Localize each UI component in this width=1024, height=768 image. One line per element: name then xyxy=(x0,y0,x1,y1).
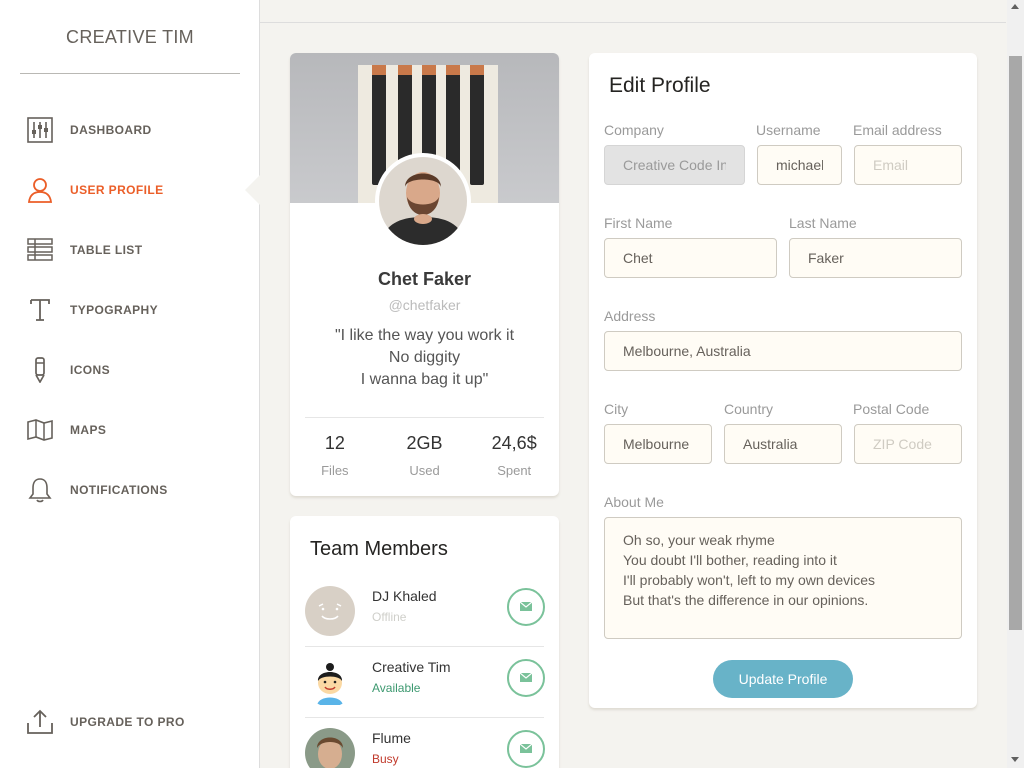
brand-logo[interactable]: CREATIVE TIM xyxy=(20,0,240,74)
sidebar-item-label: TYPOGRAPHY xyxy=(70,303,159,317)
profile-avatar xyxy=(375,153,471,249)
member-name: DJ Khaled xyxy=(372,588,437,604)
bell-icon xyxy=(26,476,54,504)
user-icon xyxy=(26,176,54,204)
about-line: But that's the difference in our opinion… xyxy=(623,592,869,608)
profile-card: Chet Faker @chetfaker "I like the way yo… xyxy=(290,53,559,496)
sliders-icon xyxy=(26,116,54,144)
username-label: Username xyxy=(756,122,821,138)
divider xyxy=(305,417,544,418)
pencil-icon xyxy=(26,356,54,384)
first-name-label: First Name xyxy=(604,215,673,231)
about-line: You doubt I'll bother, reading into it xyxy=(623,552,837,568)
city-label: City xyxy=(604,401,629,417)
scroll-down-arrow-icon[interactable] xyxy=(1011,757,1019,762)
quote-line: I wanna bag it up" xyxy=(360,371,489,388)
list-icon xyxy=(26,236,54,264)
text-icon xyxy=(26,296,54,324)
sidebar-item-label: ICONS xyxy=(70,363,111,377)
stat-files: 12 Files xyxy=(290,433,380,478)
envelope-icon xyxy=(519,598,533,616)
country-field[interactable] xyxy=(724,424,842,464)
send-message-button[interactable] xyxy=(507,588,545,626)
last-name-field[interactable] xyxy=(789,238,962,278)
stat-value: 12 xyxy=(324,433,345,453)
member-status: Busy xyxy=(372,752,399,766)
sidebar-item-typography[interactable]: TYPOGRAPHY xyxy=(0,280,260,340)
edit-profile-card: Edit Profile Company Username Email addr… xyxy=(589,53,977,708)
upgrade-to-pro-link[interactable]: UPGRADE TO PRO xyxy=(0,692,260,752)
sidebar-item-dashboard[interactable]: DASHBOARD xyxy=(0,100,260,160)
profile-handle: @chetfaker xyxy=(388,297,461,313)
scroll-thumb[interactable] xyxy=(1009,56,1022,630)
page-scrollbar[interactable] xyxy=(1007,0,1024,768)
scroll-up-arrow-icon[interactable] xyxy=(1011,4,1019,9)
last-name-label: Last Name xyxy=(789,215,857,231)
sidebar-item-table-list[interactable]: TABLE LIST xyxy=(0,220,260,280)
member-avatar xyxy=(305,586,355,636)
sidebar-item-label: NOTIFICATIONS xyxy=(70,483,168,497)
navbar-divider xyxy=(260,22,1006,23)
sidebar-item-label: DASHBOARD xyxy=(70,123,152,137)
member-status: Available xyxy=(372,681,421,695)
sidebar-item-label: TABLE LIST xyxy=(70,243,143,257)
about-line: Oh so, your weak rhyme xyxy=(623,532,775,548)
stat-label: Files xyxy=(321,463,349,478)
stat-value: 2GB xyxy=(406,433,443,453)
postal-code-field[interactable] xyxy=(854,424,962,464)
sidebar: CREATIVE TIM DASHBOARD USER PROFILE TABL… xyxy=(0,0,261,768)
upgrade-label: UPGRADE TO PRO xyxy=(70,715,185,729)
team-members-card: Team Members DJ Khaled Offline Creative … xyxy=(290,516,559,768)
sidebar-nav: DASHBOARD USER PROFILE TABLE LIST TYPOGR… xyxy=(0,100,261,520)
postal-code-label: Postal Code xyxy=(853,401,930,417)
sidebar-item-maps[interactable]: MAPS xyxy=(0,400,260,460)
divider xyxy=(305,717,544,718)
sidebar-item-label: MAPS xyxy=(70,423,107,437)
about-me-textarea[interactable]: Oh so, your weak rhyme You doubt I'll bo… xyxy=(604,517,962,639)
quote-line: "I like the way you work it xyxy=(334,327,515,344)
username-field[interactable] xyxy=(757,145,842,185)
first-name-field[interactable] xyxy=(604,238,777,278)
address-label: Address xyxy=(604,308,656,324)
sidebar-item-user-profile[interactable]: USER PROFILE xyxy=(0,160,261,220)
stat-value: 24,6$ xyxy=(491,433,537,453)
profile-stats: 12 Files 2GB Used 24,6$ Spent xyxy=(290,433,559,478)
sidebar-item-notifications[interactable]: NOTIFICATIONS xyxy=(0,460,260,520)
email-field[interactable] xyxy=(854,145,962,185)
team-member: Flume Busy xyxy=(305,728,545,768)
about-line: I'll probably won't, left to my own devi… xyxy=(623,572,876,588)
divider xyxy=(305,646,544,647)
active-indicator xyxy=(245,174,261,206)
member-avatar xyxy=(305,657,355,707)
team-title: Team Members xyxy=(310,538,448,560)
stat-label: Used xyxy=(409,463,440,478)
profile-quote: "I like the way you work it No diggity I… xyxy=(290,325,559,391)
company-label: Company xyxy=(604,122,664,138)
address-field[interactable] xyxy=(604,331,962,371)
sidebar-item-label: USER PROFILE xyxy=(70,183,164,197)
update-profile-button[interactable]: Update Profile xyxy=(713,660,853,698)
stat-used: 2GB Used xyxy=(380,433,470,478)
quote-line: No diggity xyxy=(388,349,461,366)
sidebar-item-icons[interactable]: ICONS xyxy=(0,340,260,400)
envelope-icon xyxy=(519,740,533,758)
stat-spent: 24,6$ Spent xyxy=(469,433,559,478)
member-name: Creative Tim xyxy=(372,659,451,675)
member-name: Flume xyxy=(372,730,411,746)
envelope-icon xyxy=(519,669,533,687)
edit-profile-title: Edit Profile xyxy=(609,74,711,97)
country-label: Country xyxy=(724,401,774,417)
city-field[interactable] xyxy=(604,424,712,464)
email-label: Email address xyxy=(853,122,942,138)
upload-icon xyxy=(26,708,54,736)
member-status: Offline xyxy=(372,610,407,624)
stat-label: Spent xyxy=(497,463,532,478)
map-icon xyxy=(26,416,54,444)
about-me-label: About Me xyxy=(604,494,664,510)
member-avatar xyxy=(305,728,355,768)
company-field[interactable] xyxy=(604,145,745,185)
send-message-button[interactable] xyxy=(507,730,545,768)
send-message-button[interactable] xyxy=(507,659,545,697)
profile-name: Chet Faker xyxy=(377,269,472,289)
